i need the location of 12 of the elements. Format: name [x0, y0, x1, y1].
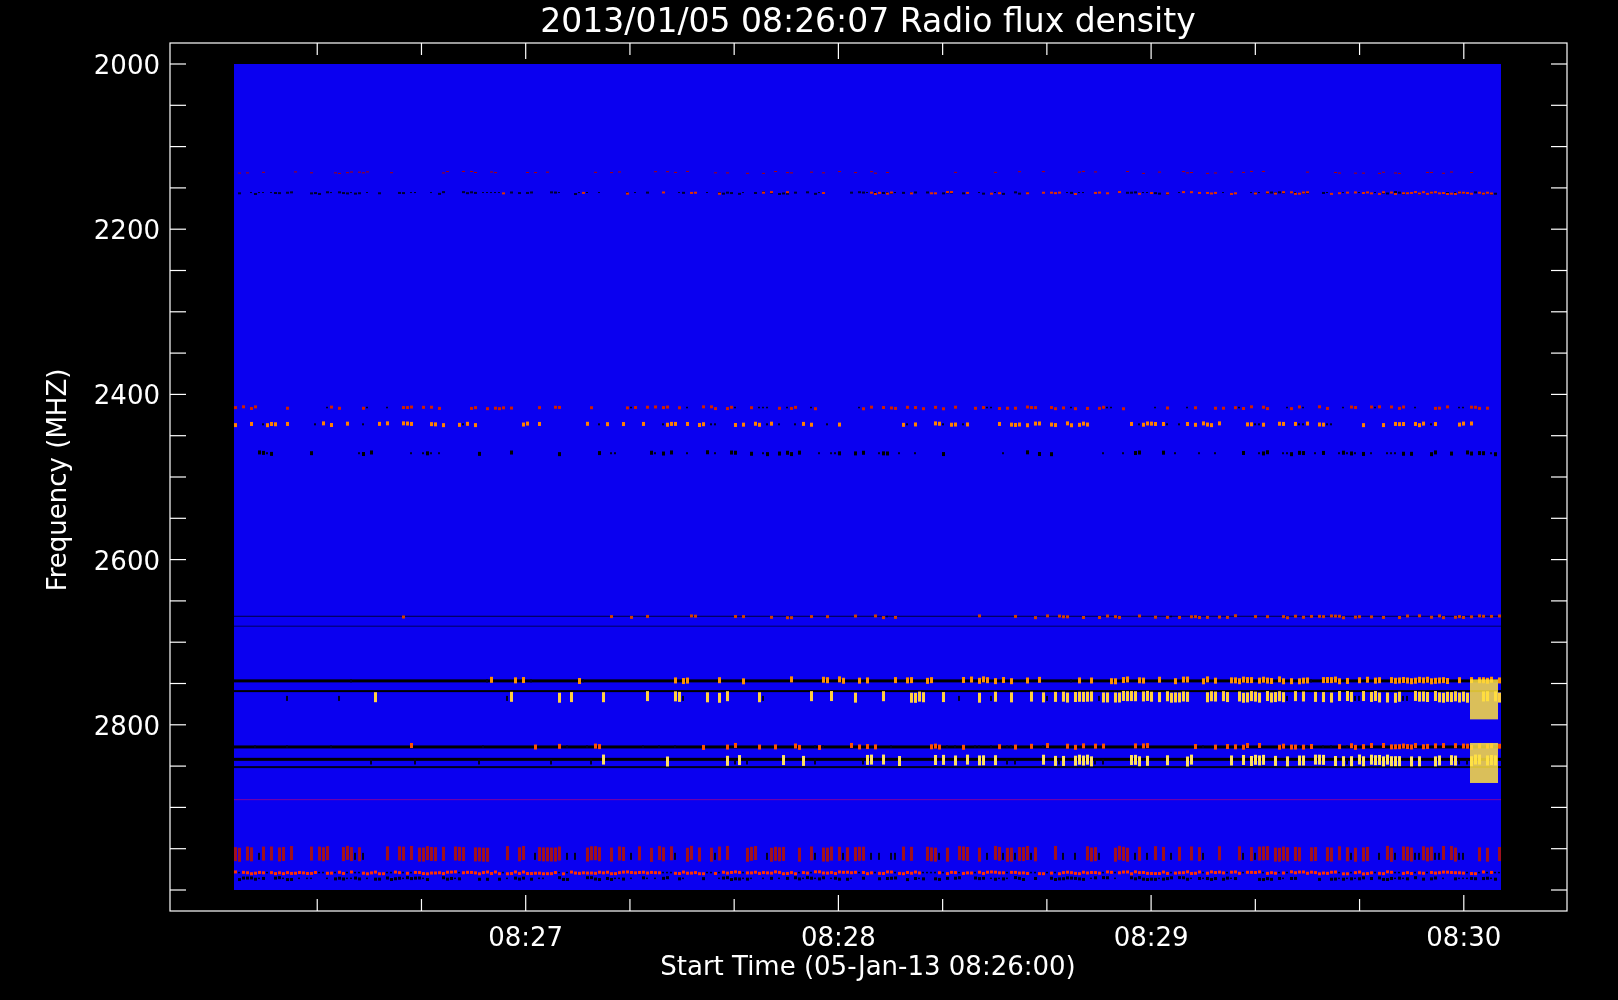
y-tick-label: 2800	[93, 710, 160, 741]
y-tick-label: 2600	[93, 545, 160, 576]
x-tick-label: 08:28	[800, 922, 876, 952]
y-tick-label: 2200	[93, 215, 160, 246]
y-axis-label: Frequency (MHZ)	[42, 368, 72, 592]
y-tick-label: 2000	[93, 50, 160, 80]
x-tick-label: 08:30	[1426, 922, 1502, 952]
y-tick-label: 2400	[93, 380, 160, 411]
x-tick-label: 08:27	[488, 922, 564, 952]
plot-title: 2013/01/05 08:26:07 Radio flux density	[540, 1, 1196, 40]
x-axis-label: Start Time (05-Jan-13 08:26:00)	[660, 951, 1076, 981]
x-tick-label: 08:29	[1113, 922, 1189, 952]
